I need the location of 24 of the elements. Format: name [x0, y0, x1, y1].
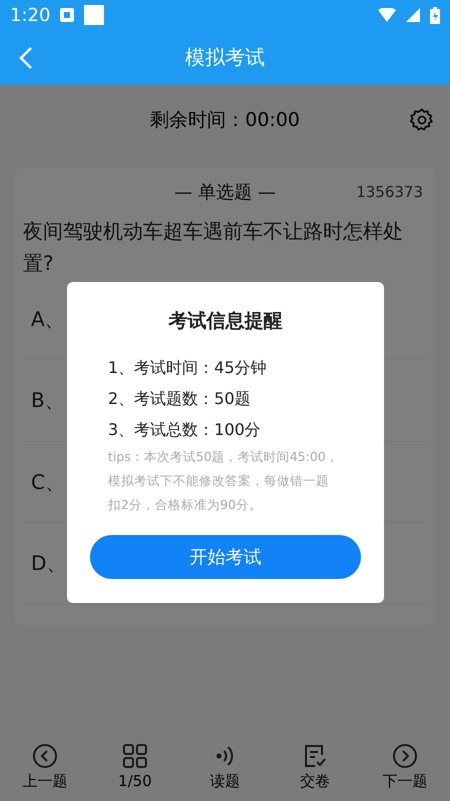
settings-icon[interactable] [410, 108, 434, 132]
exam-info-item: 3、考试总数：100分 [107, 419, 262, 441]
signal-icon [406, 8, 420, 22]
wifi-icon [378, 8, 396, 22]
question-type: — 单选题 — [174, 181, 276, 204]
exam-info-item: 1、考试时间：45分钟 [107, 357, 268, 379]
start-exam-button[interactable]: 开始考试 [90, 535, 361, 579]
exam-info-item: 2、考试题数：50题 [107, 388, 252, 410]
nav-button[interactable]: 1/50 [100, 742, 170, 790]
nav-button[interactable]: 读题 [190, 742, 260, 790]
question-id: 1356373 [356, 183, 423, 202]
chevron-right-circle-icon [391, 742, 419, 770]
nav-button[interactable]: 交卷 [280, 742, 350, 790]
battery-icon [430, 6, 440, 24]
nav-button[interactable]: 下一题 [370, 742, 440, 790]
remaining-time: 剩余时间：00:00 [150, 108, 300, 133]
dialog-title: 考试信息提醒 [167, 309, 284, 334]
chevron-left-circle-icon [31, 742, 59, 770]
status-time: 1:20 [10, 4, 50, 26]
tips-text: tips：本次考试50题，考试时间45:00，模拟考试下不能修改答案，每做错一题扣2分，合格标准为90分。 [107, 448, 340, 514]
nav-button[interactable]: 上一题 [10, 742, 80, 790]
grid-icon [121, 742, 149, 770]
question-text: 夜间驾驶机动车超车遇前车不让路时怎样处置? [23, 218, 404, 277]
page-title: 模拟考试 [185, 44, 265, 71]
